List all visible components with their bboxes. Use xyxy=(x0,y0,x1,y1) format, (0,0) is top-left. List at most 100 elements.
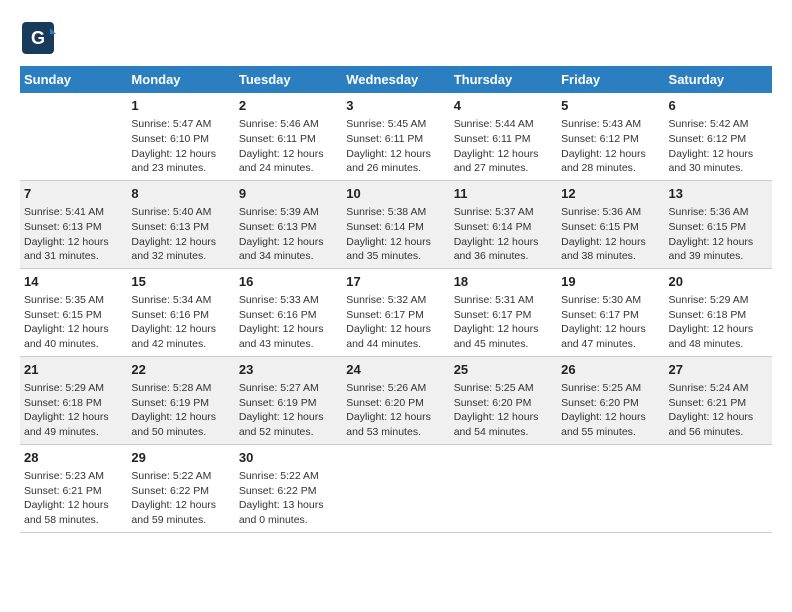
calendar-cell: 30 Sunrise: 5:22 AM Sunset: 6:22 PM Dayli… xyxy=(235,444,342,532)
calendar-cell: 22 Sunrise: 5:28 AM Sunset: 6:19 PM Dayli… xyxy=(127,356,234,444)
calendar-cell: 15Sunrise: 5:34 AM Sunset: 6:16 PM Dayli… xyxy=(127,268,234,356)
day-info: Sunrise: 5:25 AM Sunset: 6:20 PM Dayligh… xyxy=(454,381,553,440)
calendar-cell: 26 Sunrise: 5:25 AM Sunset: 6:20 PM Dayli… xyxy=(557,356,664,444)
day-info: Sunrise: 5:39 AM Sunset: 6:13 PM Dayligh… xyxy=(239,205,338,264)
weekday-header-monday: Monday xyxy=(127,66,234,93)
calendar-week-row: 21 Sunrise: 5:29 AM Sunset: 6:18 PM Dayli… xyxy=(20,356,772,444)
day-number: 19 xyxy=(561,273,660,291)
calendar-cell: 9 Sunrise: 5:39 AM Sunset: 6:13 PM Daylig… xyxy=(235,180,342,268)
weekday-header-wednesday: Wednesday xyxy=(342,66,449,93)
calendar-cell: 21 Sunrise: 5:29 AM Sunset: 6:18 PM Dayli… xyxy=(20,356,127,444)
day-info: Sunrise: 5:29 AM Sunset: 6:18 PM Dayligh… xyxy=(24,381,123,440)
day-info: Sunrise: 5:36 AM Sunset: 6:15 PM Dayligh… xyxy=(561,205,660,264)
day-info: Sunrise: 5:40 AM Sunset: 6:13 PM Dayligh… xyxy=(131,205,230,264)
weekday-header-friday: Friday xyxy=(557,66,664,93)
day-info: Sunrise: 5:30 AM Sunset: 6:17 PM Dayligh… xyxy=(561,293,660,352)
day-info: Sunrise: 5:33 AM Sunset: 6:16 PM Dayligh… xyxy=(239,293,338,352)
calendar-cell: 1Sunrise: 5:47 AM Sunset: 6:10 PM Daylig… xyxy=(127,93,234,180)
day-info: Sunrise: 5:31 AM Sunset: 6:17 PM Dayligh… xyxy=(454,293,553,352)
calendar-cell: 7 Sunrise: 5:41 AM Sunset: 6:13 PM Daylig… xyxy=(20,180,127,268)
day-number: 23 xyxy=(239,361,338,379)
weekday-header-tuesday: Tuesday xyxy=(235,66,342,93)
day-number: 26 xyxy=(561,361,660,379)
calendar-cell: 3Sunrise: 5:45 AM Sunset: 6:11 PM Daylig… xyxy=(342,93,449,180)
day-number: 30 xyxy=(239,449,338,467)
day-info: Sunrise: 5:25 AM Sunset: 6:20 PM Dayligh… xyxy=(561,381,660,440)
calendar-cell: 8 Sunrise: 5:40 AM Sunset: 6:13 PM Daylig… xyxy=(127,180,234,268)
calendar-cell: 5Sunrise: 5:43 AM Sunset: 6:12 PM Daylig… xyxy=(557,93,664,180)
calendar-cell xyxy=(557,444,664,532)
day-info: Sunrise: 5:29 AM Sunset: 6:18 PM Dayligh… xyxy=(669,293,768,352)
day-number: 22 xyxy=(131,361,230,379)
calendar-cell: 27 Sunrise: 5:24 AM Sunset: 6:21 PM Dayli… xyxy=(665,356,772,444)
logo: G xyxy=(20,20,60,56)
day-number: 12 xyxy=(561,185,660,203)
logo-icon: G xyxy=(20,20,56,56)
day-number: 17 xyxy=(346,273,445,291)
day-info: Sunrise: 5:22 AM Sunset: 6:22 PM Dayligh… xyxy=(239,469,338,528)
day-info: Sunrise: 5:38 AM Sunset: 6:14 PM Dayligh… xyxy=(346,205,445,264)
calendar-week-row: 14 Sunrise: 5:35 AM Sunset: 6:15 PM Dayli… xyxy=(20,268,772,356)
day-number: 9 xyxy=(239,185,338,203)
day-number: 27 xyxy=(669,361,768,379)
calendar-cell: 17 Sunrise: 5:32 AM Sunset: 6:17 PM Dayli… xyxy=(342,268,449,356)
calendar-cell: 2 Sunrise: 5:46 AM Sunset: 6:11 PM Daylig… xyxy=(235,93,342,180)
svg-text:G: G xyxy=(31,28,45,48)
day-number: 13 xyxy=(669,185,768,203)
calendar-cell: 19 Sunrise: 5:30 AM Sunset: 6:17 PM Dayli… xyxy=(557,268,664,356)
day-number: 16 xyxy=(239,273,338,291)
day-number: 2 xyxy=(239,97,338,115)
weekday-header-saturday: Saturday xyxy=(665,66,772,93)
weekday-header-sunday: Sunday xyxy=(20,66,127,93)
day-info: Sunrise: 5:34 AM Sunset: 6:16 PM Dayligh… xyxy=(131,293,230,352)
calendar-cell: 25 Sunrise: 5:25 AM Sunset: 6:20 PM Dayli… xyxy=(450,356,557,444)
day-info: Sunrise: 5:26 AM Sunset: 6:20 PM Dayligh… xyxy=(346,381,445,440)
calendar-cell: 23 Sunrise: 5:27 AM Sunset: 6:19 PM Dayli… xyxy=(235,356,342,444)
calendar-cell xyxy=(342,444,449,532)
day-info: Sunrise: 5:44 AM Sunset: 6:11 PM Dayligh… xyxy=(454,117,553,176)
calendar-cell xyxy=(450,444,557,532)
day-number: 28 xyxy=(24,449,123,467)
calendar-header: SundayMondayTuesdayWednesdayThursdayFrid… xyxy=(20,66,772,93)
day-number: 25 xyxy=(454,361,553,379)
day-number: 7 xyxy=(24,185,123,203)
page-header: G xyxy=(20,20,772,56)
day-number: 18 xyxy=(454,273,553,291)
day-info: Sunrise: 5:41 AM Sunset: 6:13 PM Dayligh… xyxy=(24,205,123,264)
calendar-cell: 16 Sunrise: 5:33 AM Sunset: 6:16 PM Dayli… xyxy=(235,268,342,356)
calendar-cell: 14 Sunrise: 5:35 AM Sunset: 6:15 PM Dayli… xyxy=(20,268,127,356)
day-info: Sunrise: 5:46 AM Sunset: 6:11 PM Dayligh… xyxy=(239,117,338,176)
calendar-cell: 12 Sunrise: 5:36 AM Sunset: 6:15 PM Dayli… xyxy=(557,180,664,268)
calendar-cell: 11Sunrise: 5:37 AM Sunset: 6:14 PM Dayli… xyxy=(450,180,557,268)
calendar-cell: 18 Sunrise: 5:31 AM Sunset: 6:17 PM Dayli… xyxy=(450,268,557,356)
weekday-header-thursday: Thursday xyxy=(450,66,557,93)
calendar-cell: 10 Sunrise: 5:38 AM Sunset: 6:14 PM Dayli… xyxy=(342,180,449,268)
calendar-cell: 28Sunrise: 5:23 AM Sunset: 6:21 PM Dayli… xyxy=(20,444,127,532)
day-info: Sunrise: 5:35 AM Sunset: 6:15 PM Dayligh… xyxy=(24,293,123,352)
weekday-header-row: SundayMondayTuesdayWednesdayThursdayFrid… xyxy=(20,66,772,93)
calendar-cell: 24Sunrise: 5:26 AM Sunset: 6:20 PM Dayli… xyxy=(342,356,449,444)
calendar-table: SundayMondayTuesdayWednesdayThursdayFrid… xyxy=(20,66,772,533)
day-number: 10 xyxy=(346,185,445,203)
day-number: 14 xyxy=(24,273,123,291)
day-info: Sunrise: 5:22 AM Sunset: 6:22 PM Dayligh… xyxy=(131,469,230,528)
day-info: Sunrise: 5:43 AM Sunset: 6:12 PM Dayligh… xyxy=(561,117,660,176)
calendar-cell xyxy=(20,93,127,180)
day-info: Sunrise: 5:24 AM Sunset: 6:21 PM Dayligh… xyxy=(669,381,768,440)
day-number: 8 xyxy=(131,185,230,203)
day-number: 11 xyxy=(454,185,553,203)
day-number: 6 xyxy=(669,97,768,115)
day-number: 1 xyxy=(131,97,230,115)
calendar-week-row: 28Sunrise: 5:23 AM Sunset: 6:21 PM Dayli… xyxy=(20,444,772,532)
calendar-cell: 20Sunrise: 5:29 AM Sunset: 6:18 PM Dayli… xyxy=(665,268,772,356)
day-number: 21 xyxy=(24,361,123,379)
calendar-cell: 13Sunrise: 5:36 AM Sunset: 6:15 PM Dayli… xyxy=(665,180,772,268)
calendar-cell: 4 Sunrise: 5:44 AM Sunset: 6:11 PM Daylig… xyxy=(450,93,557,180)
day-info: Sunrise: 5:32 AM Sunset: 6:17 PM Dayligh… xyxy=(346,293,445,352)
calendar-body: 1Sunrise: 5:47 AM Sunset: 6:10 PM Daylig… xyxy=(20,93,772,532)
day-number: 3 xyxy=(346,97,445,115)
calendar-week-row: 7 Sunrise: 5:41 AM Sunset: 6:13 PM Daylig… xyxy=(20,180,772,268)
day-info: Sunrise: 5:28 AM Sunset: 6:19 PM Dayligh… xyxy=(131,381,230,440)
day-number: 4 xyxy=(454,97,553,115)
day-info: Sunrise: 5:27 AM Sunset: 6:19 PM Dayligh… xyxy=(239,381,338,440)
